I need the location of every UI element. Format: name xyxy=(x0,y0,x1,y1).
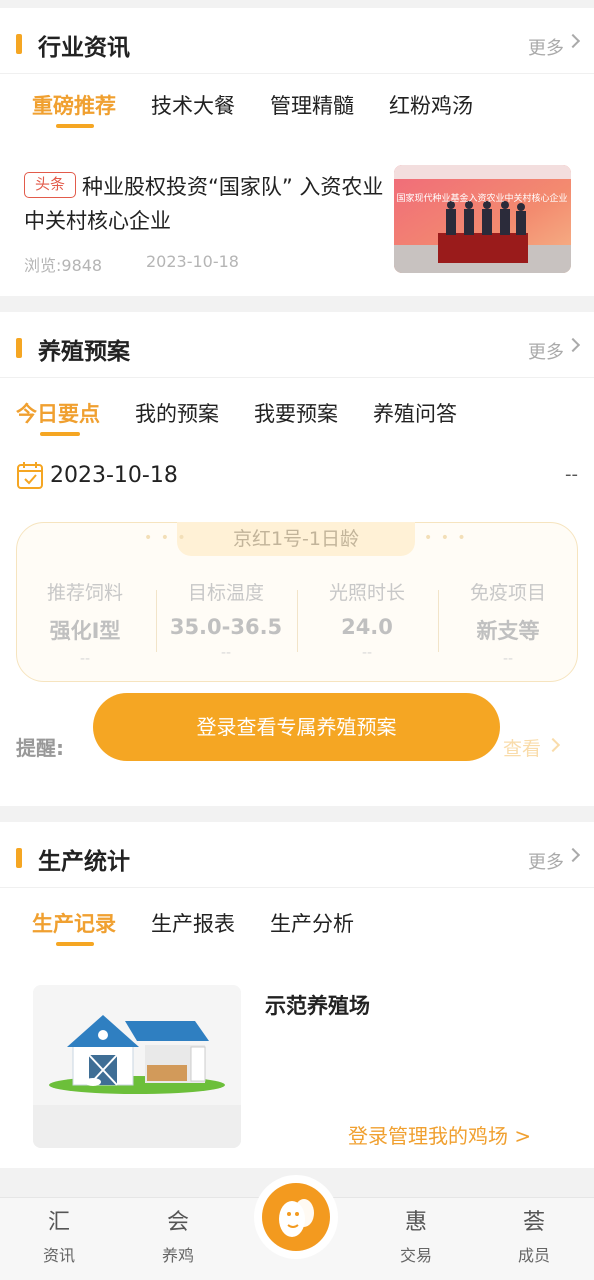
news-photo-icon: 国家现代种业基金入资农业中关村核心企业 xyxy=(394,165,571,273)
more-link[interactable]: 更多 xyxy=(528,338,564,364)
more-link[interactable]: 更多 xyxy=(528,848,564,874)
plan-item-value: 强化I型 xyxy=(49,619,121,643)
plan-item-label: 目标温度 xyxy=(187,582,264,604)
svg-text:国家现代种业基金入资农业中关村核心企业: 国家现代种业基金入资农业中关村核心企业 xyxy=(396,192,567,204)
tab-inspiration[interactable]: 红粉鸡汤 xyxy=(389,90,473,120)
view-link[interactable]: 查看 xyxy=(503,734,541,761)
calendar-icon[interactable] xyxy=(16,460,44,492)
login-view-plan-button[interactable]: 登录查看专属养殖预案 xyxy=(93,693,500,761)
chevron-right-icon[interactable] xyxy=(565,847,581,863)
breeding-plan-header: 养殖预案 更多 xyxy=(0,312,594,378)
tab-breeding-qa[interactable]: 养殖问答 xyxy=(373,398,457,428)
plan-item-value: 35.0-36.5 xyxy=(169,615,283,639)
section-title: 生产统计 xyxy=(38,849,130,875)
plan-item-temperature: 目标温度 35.0-36.5 -- xyxy=(156,578,296,661)
nav-label: 交易 xyxy=(399,1246,432,1265)
farm-image[interactable] xyxy=(33,985,241,1148)
plan-item-sub: -- xyxy=(502,651,514,667)
tab-tech[interactable]: 技术大餐 xyxy=(151,90,235,120)
tab-my-plans[interactable]: 我的预案 xyxy=(135,398,219,428)
plan-item-value: 24.0 xyxy=(341,615,393,639)
section-title: 养殖预案 xyxy=(38,339,130,365)
plan-item-label: 光照时长 xyxy=(328,582,405,604)
news-tabs: 重磅推荐 技术大餐 管理精髓 红粉鸡汤 xyxy=(0,90,594,140)
section-accent-bar xyxy=(16,34,22,54)
decor-dots-right: • • • xyxy=(424,530,468,546)
plan-item-label: 免疫项目 xyxy=(469,582,546,604)
barn-icon xyxy=(33,985,241,1148)
chevron-right-icon[interactable] xyxy=(565,337,581,353)
tab-production-records[interactable]: 生产记录 xyxy=(32,908,116,938)
plan-item-sub: -- xyxy=(361,645,373,661)
date-suffix: -- xyxy=(565,464,578,485)
plan-item-light: 光照时长 24.0 -- xyxy=(297,578,437,661)
news-views: 浏览:9848 xyxy=(24,256,103,275)
plan-item-feed: 推荐饲料 强化I型 -- xyxy=(15,578,155,667)
plan-item-sub: -- xyxy=(220,645,232,661)
plan-item-sub: -- xyxy=(79,651,91,667)
tab-underline xyxy=(56,124,94,128)
production-tabs: 生产记录 生产报表 生产分析 xyxy=(0,908,594,958)
tab-underline xyxy=(40,432,80,436)
breeding-icon: 会 xyxy=(166,1210,189,1235)
nav-label: 成员 xyxy=(517,1246,550,1265)
section-accent-bar xyxy=(16,848,22,868)
news-headline[interactable]: 种业股权投资“国家队” 入资农业中关村核心企业 xyxy=(24,170,394,238)
tab-request-plan[interactable]: 我要预案 xyxy=(254,398,338,428)
chicken-logo-icon xyxy=(279,1199,314,1237)
production-header: 生产统计 更多 xyxy=(0,822,594,888)
chevron-right-icon[interactable] xyxy=(565,33,581,49)
nav-item-news[interactable]: 汇 资讯 xyxy=(19,1208,99,1266)
plan-item-immunization: 免疫项目 新支等 -- xyxy=(438,578,578,667)
headline-tag-badge: 头条 xyxy=(24,172,76,198)
members-icon: 荟 xyxy=(522,1210,545,1235)
farm-name[interactable]: 示范养殖场 xyxy=(265,990,370,1020)
tab-production-analysis[interactable]: 生产分析 xyxy=(270,908,354,938)
decor-dots-left: • • • xyxy=(144,530,188,546)
nav-label: 养鸡 xyxy=(161,1246,194,1265)
news-thumbnail[interactable]: 国家现代种业基金入资农业中关村核心企业 xyxy=(394,165,571,273)
plan-item-label: 推荐饲料 xyxy=(46,582,123,604)
nav-item-trade[interactable]: 惠 交易 xyxy=(376,1208,456,1266)
plan-date[interactable]: 2023-10-18 xyxy=(50,463,178,488)
login-manage-farm-link[interactable]: 登录管理我的鸡场 > xyxy=(348,1120,531,1149)
section-accent-bar xyxy=(16,338,22,358)
nav-item-members[interactable]: 荟 成员 xyxy=(494,1208,574,1266)
nav-item-breeding[interactable]: 会 养鸡 xyxy=(138,1208,218,1266)
tab-featured[interactable]: 重磅推荐 xyxy=(32,90,116,120)
remind-label: 提醒: xyxy=(16,736,64,760)
plan-item-value: 新支等 xyxy=(476,619,540,643)
industry-news-header: 行业资讯 更多 xyxy=(0,8,594,74)
tab-underline xyxy=(56,942,94,946)
tab-today-points[interactable]: 今日要点 xyxy=(16,398,100,428)
nav-label: 资讯 xyxy=(42,1246,75,1265)
trade-icon: 惠 xyxy=(404,1210,427,1235)
tab-management[interactable]: 管理精髓 xyxy=(270,90,354,120)
tab-production-reports[interactable]: 生产报表 xyxy=(151,908,235,938)
breed-info-badge: 京红1号-1日龄 xyxy=(177,522,415,556)
news-date: 2023-10-18 xyxy=(146,252,239,271)
news-icon: 汇 xyxy=(47,1210,70,1235)
top-strip xyxy=(0,0,594,8)
plan-tabs: 今日要点 我的预案 我要预案 养殖问答 xyxy=(0,398,594,448)
center-home-button[interactable] xyxy=(262,1183,330,1251)
more-link[interactable]: 更多 xyxy=(528,34,564,60)
section-title: 行业资讯 xyxy=(38,35,130,61)
